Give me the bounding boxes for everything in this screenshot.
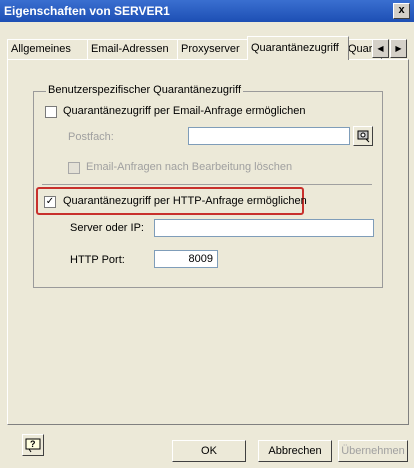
close-icon: x xyxy=(398,4,405,16)
browse-icon xyxy=(357,130,370,143)
cancel-button[interactable]: Abbrechen xyxy=(258,440,332,462)
close-button[interactable]: x xyxy=(393,3,410,19)
http-access-checkbox[interactable]: ✓ xyxy=(44,196,56,208)
tab-allgemeines[interactable]: Allgemeines xyxy=(7,39,91,59)
email-access-label: Quarantänezugriff per Email-Anfrage ermö… xyxy=(63,105,306,117)
group-separator xyxy=(42,184,372,185)
server-input[interactable] xyxy=(154,219,374,237)
window-title: Eigenschaften von SERVER1 xyxy=(4,4,170,18)
apply-button[interactable]: Übernehmen xyxy=(338,440,408,462)
mailbox-label: Postfach: xyxy=(68,131,114,143)
help-button[interactable]: ? xyxy=(22,434,44,456)
tab-quarantaenezugriff[interactable]: Quarantänezugriff xyxy=(247,36,349,60)
server-label: Server oder IP: xyxy=(70,222,144,234)
svg-text:?: ? xyxy=(30,439,36,449)
http-port-input[interactable]: 8009 xyxy=(154,250,218,268)
mailbox-input[interactable] xyxy=(188,127,350,145)
title-bar: Eigenschaften von SERVER1 x xyxy=(0,0,414,22)
tab-scroll-right-button[interactable]: ▶ xyxy=(390,39,407,58)
group-title: Benutzerspezifischer Quarantänezugriff xyxy=(46,84,244,96)
delete-after-processing-checkbox[interactable] xyxy=(68,162,80,174)
arrow-right-icon: ▶ xyxy=(395,44,402,53)
delete-after-processing-label: Email-Anfragen nach Bearbeitung löschen xyxy=(86,161,293,173)
http-port-label: HTTP Port: xyxy=(70,254,125,266)
tab-scroll-buttons: ◀ ▶ xyxy=(372,39,407,58)
arrow-left-icon: ◀ xyxy=(377,44,384,53)
help-icon: ? xyxy=(25,438,41,453)
tab-proxyserver[interactable]: Proxyserver xyxy=(177,39,252,59)
email-access-checkbox[interactable] xyxy=(45,106,57,118)
check-icon: ✓ xyxy=(45,196,55,207)
http-access-label: Quarantänezugriff per HTTP-Anfrage ermög… xyxy=(63,195,307,207)
ok-button[interactable]: OK xyxy=(172,440,246,462)
tab-scroll-left-button[interactable]: ◀ xyxy=(372,39,389,58)
mailbox-browse-button[interactable] xyxy=(353,126,373,146)
tab-strip: Allgemeines Email-Adressen Proxyserver Q… xyxy=(7,36,407,60)
tab-email-adressen[interactable]: Email-Adressen xyxy=(87,39,181,59)
